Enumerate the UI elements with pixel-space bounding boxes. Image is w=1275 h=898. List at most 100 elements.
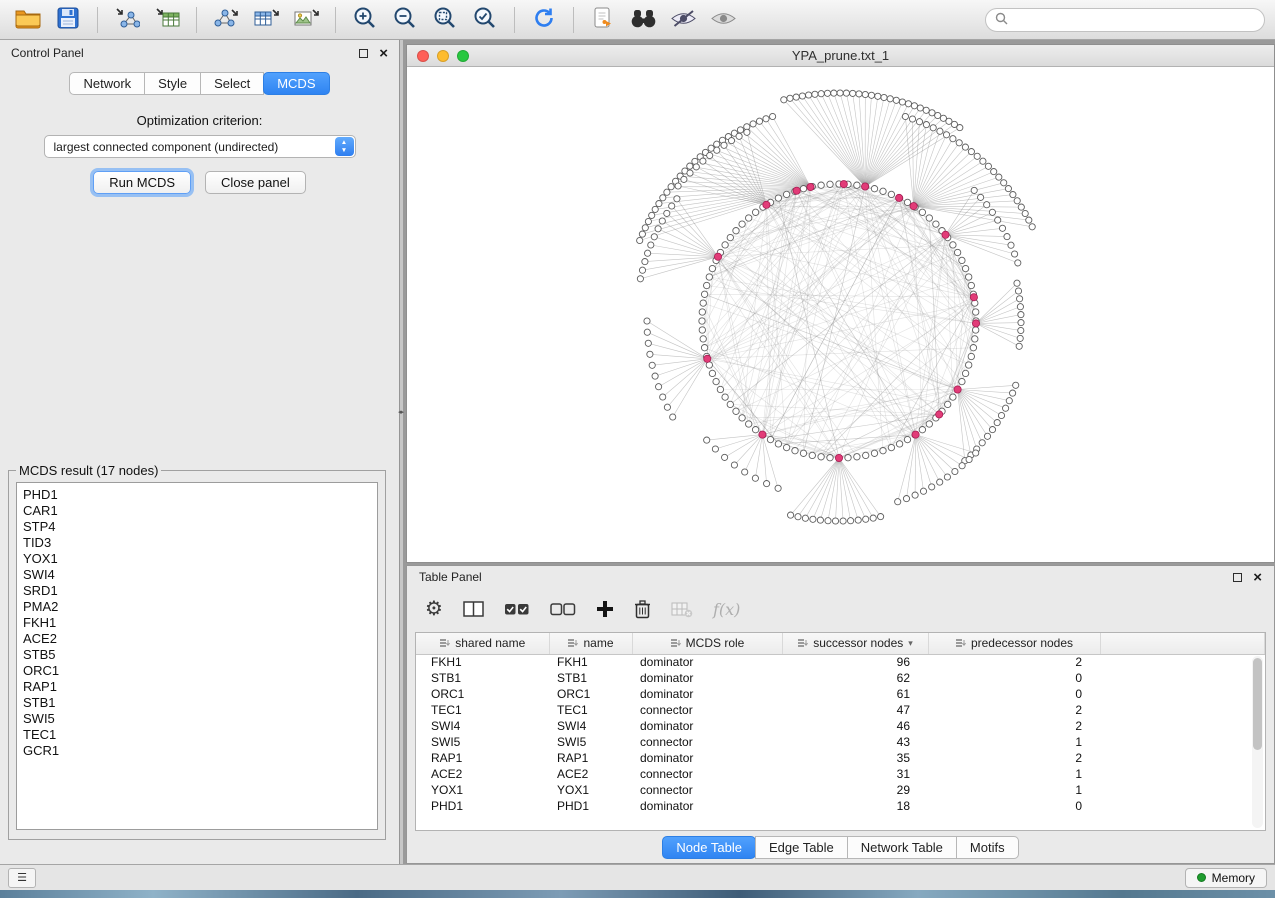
column-header-predecessor-nodes[interactable]: predecessor nodes (928, 633, 1100, 654)
column-header-mcds-role[interactable]: MCDS role (632, 633, 782, 654)
network-graph-canvas[interactable] (407, 67, 1274, 562)
tab-edge-table[interactable]: Edge Table (755, 836, 848, 859)
export-network-button[interactable] (208, 5, 244, 35)
deselect-all-icon[interactable] (550, 601, 576, 617)
mcds-result-item[interactable]: GCR1 (23, 743, 371, 759)
table-row[interactable]: FKH1FKH1dominator962 (416, 654, 1265, 670)
export-table-icon (253, 6, 280, 33)
run-mcds-button[interactable]: Run MCDS (93, 171, 191, 194)
minimize-traffic-light[interactable] (437, 50, 449, 62)
tab-select[interactable]: Select (200, 72, 264, 95)
table-cell: PHD1 (549, 798, 632, 814)
export-image-icon (293, 6, 320, 33)
show-columns-icon[interactable] (463, 600, 484, 618)
splitter-arrows-icon[interactable]: ◂▸ (398, 408, 403, 416)
table-row[interactable]: SWI4SWI4dominator462 (416, 718, 1265, 734)
select-stepper-icon: ▲▼ (335, 137, 354, 156)
column-header-name[interactable]: name (549, 633, 632, 654)
table-scrollbar[interactable] (1252, 656, 1263, 828)
float-panel-icon[interactable] (359, 49, 368, 58)
table-cell: connector (632, 782, 782, 798)
tab-network-table[interactable]: Network Table (847, 836, 957, 859)
tab-node-table[interactable]: Node Table (662, 836, 756, 859)
mcds-result-item[interactable]: PMA2 (23, 599, 371, 615)
network-search-field[interactable] (985, 8, 1265, 32)
export-image-button[interactable] (288, 5, 324, 35)
table-mode-gear-icon[interactable]: ⚙ (425, 599, 443, 619)
table-cell: ACE2 (416, 766, 549, 782)
column-header-successor-nodes[interactable]: successor nodes▾ (782, 633, 928, 654)
open-session-button[interactable] (10, 5, 46, 35)
mcds-result-item[interactable]: ORC1 (23, 663, 371, 679)
mcds-result-item[interactable]: YOX1 (23, 551, 371, 567)
table-row[interactable]: YOX1YOX1connector291 (416, 782, 1265, 798)
table-cell: YOX1 (549, 782, 632, 798)
network-window-titlebar[interactable]: YPA_prune.txt_1 (407, 45, 1274, 67)
delete-column-trash-icon[interactable] (634, 599, 651, 619)
zoom-selected-button[interactable] (467, 5, 503, 35)
table-cell: 31 (782, 766, 928, 782)
mcds-result-item[interactable]: CAR1 (23, 503, 371, 519)
table-cell: 35 (782, 750, 928, 766)
table-row[interactable]: STB1STB1dominator620 (416, 670, 1265, 686)
save-session-button[interactable] (50, 5, 86, 35)
tab-mcds[interactable]: MCDS (263, 72, 329, 95)
zoom-fit-button[interactable] (427, 5, 463, 35)
import-network-button[interactable] (109, 5, 145, 35)
mcds-result-list[interactable]: PHD1CAR1STP4TID3YOX1SWI4SRD1PMA2FKH1ACE2… (16, 482, 378, 830)
export-table-button[interactable] (248, 5, 284, 35)
table-row[interactable]: ORC1ORC1dominator610 (416, 686, 1265, 702)
mcds-result-item[interactable]: TEC1 (23, 727, 371, 743)
mcds-result-item[interactable]: SWI5 (23, 711, 371, 727)
select-all-icon[interactable] (504, 601, 530, 617)
table-panel-title: Table Panel (419, 570, 482, 584)
mcds-result-item[interactable]: STP4 (23, 519, 371, 535)
zoom-traffic-light[interactable] (457, 50, 469, 62)
close-table-panel-icon[interactable]: × (1253, 570, 1262, 585)
mcds-result-item[interactable]: RAP1 (23, 679, 371, 695)
table-cell (1100, 766, 1265, 782)
desktop-wallpaper-strip (0, 890, 1275, 898)
tab-motifs[interactable]: Motifs (956, 836, 1019, 859)
mcds-result-item[interactable]: STB1 (23, 695, 371, 711)
toolbar-separator (514, 7, 515, 33)
mcds-result-item[interactable]: SRD1 (23, 583, 371, 599)
import-table-button[interactable] (149, 5, 185, 35)
close-panel-icon[interactable]: × (379, 46, 388, 61)
close-traffic-light[interactable] (417, 50, 429, 62)
table-row[interactable]: TEC1TEC1connector472 (416, 702, 1265, 718)
zoom-in-button[interactable] (347, 5, 383, 35)
search-input[interactable] (1014, 13, 1255, 27)
add-column-icon[interactable] (596, 600, 614, 618)
tab-style[interactable]: Style (144, 72, 201, 95)
find-button[interactable] (625, 5, 661, 35)
tab-network[interactable]: Network (69, 72, 145, 95)
table-header-row: shared name name MCDS role successor nod… (416, 633, 1265, 654)
column-header-shared-name[interactable]: shared name (416, 633, 549, 654)
zoom-out-button[interactable] (387, 5, 423, 35)
table-cell: RAP1 (416, 750, 549, 766)
mcds-result-item[interactable]: PHD1 (23, 487, 371, 503)
refresh-button[interactable] (526, 5, 562, 35)
copy-network-button[interactable] (585, 5, 621, 35)
table-row[interactable]: SWI5SWI5connector431 (416, 734, 1265, 750)
table-cell: ORC1 (549, 686, 632, 702)
column-menu-icon (567, 638, 578, 648)
hide-selected-button[interactable] (665, 5, 701, 35)
optimization-criterion-select[interactable]: largest connected component (undirected)… (44, 135, 356, 158)
mcds-result-item[interactable]: ACE2 (23, 631, 371, 647)
table-row[interactable]: ACE2ACE2connector311 (416, 766, 1265, 782)
mcds-result-item[interactable]: TID3 (23, 535, 371, 551)
show-all-button[interactable] (705, 5, 741, 35)
table-scrollbar-thumb[interactable] (1253, 658, 1262, 750)
mcds-result-item[interactable]: STB5 (23, 647, 371, 663)
table-cell: TEC1 (549, 702, 632, 718)
mcds-result-item[interactable]: FKH1 (23, 615, 371, 631)
table-row[interactable]: RAP1RAP1dominator352 (416, 750, 1265, 766)
memory-button[interactable]: Memory (1185, 868, 1267, 888)
float-table-panel-icon[interactable] (1233, 573, 1242, 582)
close-panel-button[interactable]: Close panel (205, 171, 306, 194)
mcds-result-item[interactable]: SWI4 (23, 567, 371, 583)
table-row[interactable]: PHD1PHD1dominator180 (416, 798, 1265, 814)
status-menu-button[interactable]: ☰ (8, 868, 36, 888)
